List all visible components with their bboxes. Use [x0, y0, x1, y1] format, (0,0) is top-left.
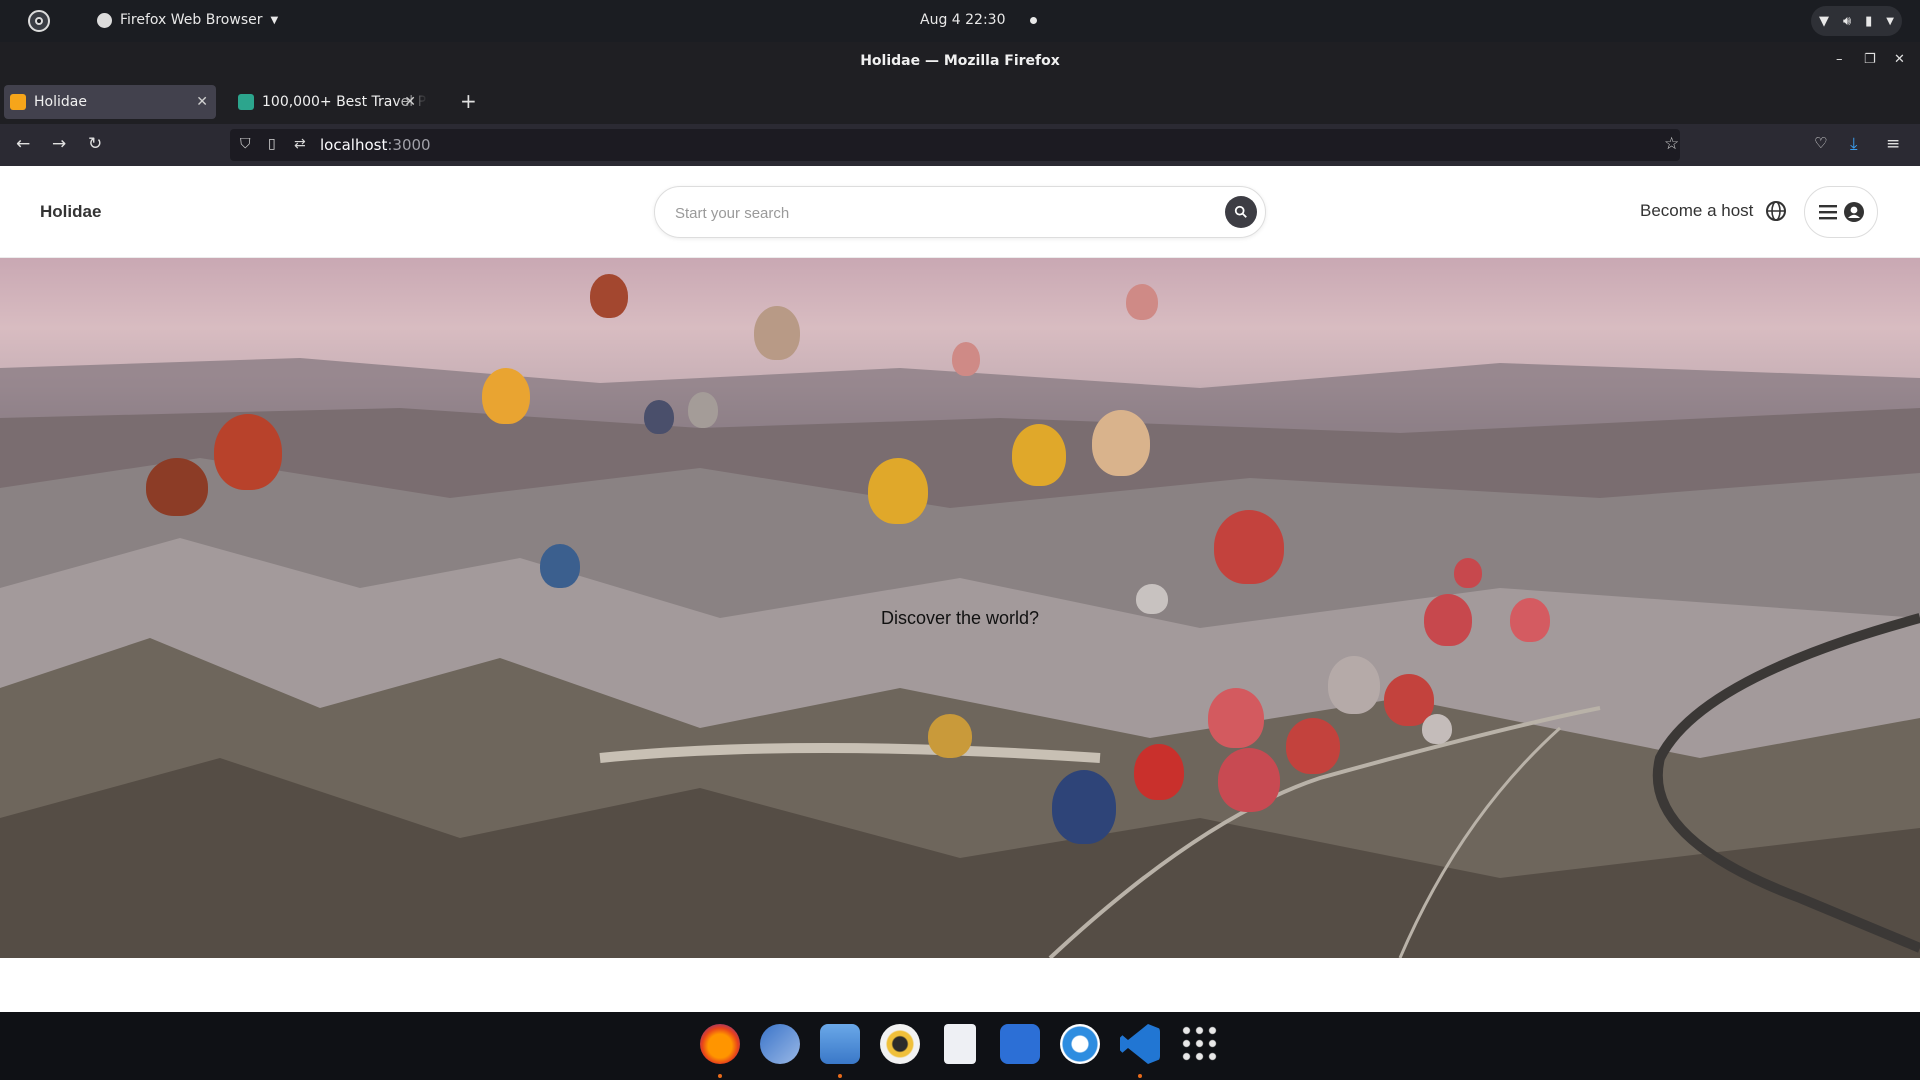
balloon-image [1214, 510, 1284, 584]
firefox-icon [97, 12, 112, 28]
balloon-image [540, 544, 580, 588]
shield-icon[interactable]: ⛉ [240, 136, 251, 152]
bookmark-star-icon[interactable]: ☆ [1664, 134, 1679, 154]
url-host: localhost [320, 136, 388, 154]
hamburger-icon [1818, 205, 1837, 220]
reload-icon[interactable]: ↻ [88, 134, 102, 154]
files-dock-icon[interactable] [820, 1024, 860, 1064]
search-button[interactable] [1225, 196, 1257, 228]
permissions-icon[interactable]: ⇄ [294, 136, 306, 152]
site-logo[interactable]: Holidae [40, 202, 101, 222]
vscode-dock-icon[interactable] [1120, 1024, 1160, 1064]
address-bar[interactable]: ⛉ ▯ ⇄ localhost:3000 ☆ [230, 129, 1680, 161]
firefox-dock-icon[interactable] [700, 1024, 740, 1064]
running-indicator [838, 1074, 842, 1078]
activities-button[interactable] [28, 10, 50, 32]
wifi-icon: ▼ [1818, 13, 1829, 29]
url-text: localhost:3000 [320, 136, 431, 154]
balloon-image [1126, 284, 1158, 320]
balloon-image [868, 458, 928, 524]
user-menu-button[interactable] [1804, 186, 1878, 238]
tab-strip: Holidae ✕ 100,000+ Best Travel Photos ✕ [0, 80, 1920, 124]
search-bar[interactable] [654, 186, 1266, 238]
help-dock-icon[interactable] [1060, 1024, 1100, 1064]
balloon-image [214, 414, 282, 490]
pexels-favicon-icon [238, 94, 254, 110]
balloon-image [1052, 770, 1116, 844]
balloon-image [1218, 748, 1280, 812]
web-page: Holidae Become a host [0, 166, 1920, 1012]
user-circle-icon [1843, 202, 1864, 222]
holidae-favicon-icon [10, 94, 26, 110]
url-port: :3000 [387, 136, 431, 154]
search-input[interactable] [675, 201, 1175, 225]
rhythmbox-dock-icon[interactable] [880, 1024, 920, 1064]
balloon-image [688, 392, 718, 428]
restore-icon[interactable]: ❐ [1864, 52, 1876, 67]
battery-icon: ▮ [1865, 13, 1873, 29]
show-apps-icon[interactable] [1180, 1024, 1220, 1064]
chevron-down-icon: ▼ [1886, 15, 1894, 27]
thunderbird-dock-icon[interactable] [760, 1024, 800, 1064]
balloon-image [1092, 410, 1150, 476]
become-host-link[interactable]: Become a host [1640, 201, 1753, 221]
system-top-bar: Firefox Web Browser ▼ Aug 4 22:30 ▼ 🔊︎ ▮… [0, 0, 1920, 42]
navigation-toolbar: ← → ↻ ⛉ ▯ ⇄ localhost:3000 ☆ ♡ ⤓ ≡ [0, 124, 1920, 166]
balloon-image [928, 714, 972, 758]
app-menu[interactable]: Firefox Web Browser ▼ [97, 12, 278, 28]
tab-label: 100,000+ Best Travel Photos [262, 94, 428, 110]
balloon-image [1422, 714, 1452, 744]
balloon-image [952, 342, 980, 376]
balloon-image [1286, 718, 1340, 774]
close-tab-icon[interactable]: ✕ [404, 94, 416, 110]
balloon-image [1208, 688, 1264, 748]
app-menu-icon[interactable]: ≡ [1886, 134, 1900, 154]
balloon-image [590, 274, 628, 318]
text-editor-dock-icon[interactable] [944, 1024, 976, 1064]
tab-travel-photos[interactable]: 100,000+ Best Travel Photos ✕ [232, 85, 444, 119]
search-icon [1234, 205, 1247, 218]
app-menu-label: Firefox Web Browser [120, 12, 263, 28]
clock-label: Aug 4 22:30 [920, 12, 1006, 28]
clock[interactable]: Aug 4 22:30 [920, 12, 1037, 28]
balloon-image [644, 400, 674, 434]
back-icon[interactable]: ← [16, 134, 30, 154]
software-dock-icon[interactable] [1000, 1024, 1040, 1064]
chevron-down-icon: ▼ [270, 14, 279, 26]
minimize-icon[interactable]: – [1836, 52, 1843, 67]
balloon-image [1328, 656, 1380, 714]
tab-label: Holidae [34, 94, 87, 110]
running-indicator [1138, 1074, 1142, 1078]
close-tab-icon[interactable]: ✕ [196, 94, 208, 110]
forward-icon[interactable]: → [52, 134, 66, 154]
window-titlebar: Holidae — Mozilla Firefox – ❐ ✕ [0, 42, 1920, 80]
balloon-image [146, 458, 208, 516]
site-header: Holidae Become a host [0, 166, 1920, 258]
globe-icon[interactable] [1765, 200, 1787, 222]
window-title: Holidae — Mozilla Firefox [860, 53, 1060, 69]
tab-holidae[interactable]: Holidae ✕ [4, 85, 216, 119]
dock [0, 1012, 1920, 1080]
balloon-image [1454, 558, 1482, 588]
downloads-icon[interactable]: ⤓ [1850, 134, 1858, 154]
balloon-image [1012, 424, 1066, 486]
balloon-image [482, 368, 530, 424]
volume-icon: 🔊︎ [1842, 13, 1852, 29]
balloon-image [754, 306, 800, 360]
page-icon[interactable]: ▯ [268, 136, 276, 152]
hero-banner: Discover the world? [0, 258, 1920, 958]
system-tray[interactable]: ▼ 🔊︎ ▮ ▼ [1810, 6, 1902, 36]
pocket-icon[interactable]: ♡ [1814, 134, 1827, 152]
notification-dot [1029, 16, 1037, 24]
balloon-image [1134, 744, 1184, 800]
close-window-icon[interactable]: ✕ [1894, 52, 1905, 67]
new-tab-icon[interactable]: + [460, 89, 477, 113]
running-indicator [718, 1074, 722, 1078]
hero-caption: Discover the world? [880, 608, 1040, 628]
